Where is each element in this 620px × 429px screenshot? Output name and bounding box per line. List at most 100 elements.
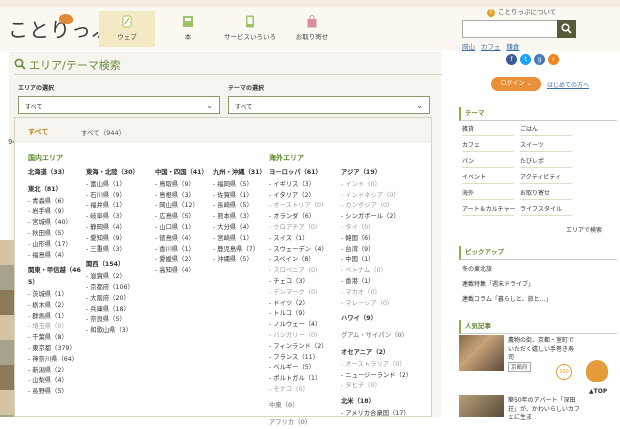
area-group-option[interactable]: 東北（81） [28, 185, 86, 196]
dropdown-all[interactable]: すべて [28, 127, 48, 137]
area-option[interactable]: - 広島県（5） [155, 212, 213, 223]
area-option[interactable]: - 熊本県（3） [213, 212, 268, 223]
nav-otoriyose[interactable]: お取り寄せ [284, 11, 340, 47]
area-group-option[interactable]: アジア（19） [341, 168, 423, 179]
area-option[interactable]: - タイ（0） [341, 223, 423, 234]
theme-item[interactable]: アート＆カルチャー [462, 204, 516, 213]
area-option[interactable]: - チェコ（3） [269, 277, 339, 288]
twitter-icon[interactable]: t [520, 54, 531, 65]
area-option[interactable]: - 千葉県（8） [28, 333, 86, 344]
back-to-top-button[interactable]: ▲TOP [589, 388, 607, 395]
area-group-option[interactable]: 北海道（33） [28, 168, 86, 179]
area-option[interactable]: - 茨城県（1） [28, 290, 86, 301]
area-option[interactable]: - 兵庫県（18） [86, 305, 154, 316]
area-option[interactable]: - 新潟県（2） [28, 366, 86, 377]
area-option[interactable]: - 岐阜県（3） [86, 212, 154, 223]
area-option[interactable]: - 山口県（1） [155, 223, 213, 234]
theme-item[interactable]: たびレポ [520, 156, 544, 165]
area-option[interactable]: - オランダ（6） [269, 212, 339, 223]
area-group-option[interactable]: 中国・四国（41） [155, 168, 213, 179]
login-button[interactable]: ログイン ⌄ [491, 77, 541, 91]
first-time-link[interactable]: はじめての方へ [547, 80, 589, 89]
area-option[interactable]: - オーストラリア（0） [341, 360, 423, 371]
area-option[interactable]: - 秋田県（5） [28, 229, 86, 240]
area-option[interactable]: - ノルウェー（4） [269, 320, 339, 331]
area-group-option[interactable]: ヨーロッパ（61） [269, 168, 339, 179]
area-search-link[interactable]: エリアで検索 [566, 225, 602, 234]
theme-item[interactable]: イベント [462, 172, 486, 181]
area-option[interactable]: - インドネシア（0） [341, 191, 423, 202]
area-option[interactable]: - スロベニア（0） [269, 266, 339, 277]
area-option[interactable]: - 福島県（4） [28, 251, 86, 262]
popular-article-image[interactable] [459, 395, 504, 417]
about-link[interactable]: ? ことりっぷについて [487, 6, 556, 17]
theme-item[interactable]: 海外 [462, 188, 474, 197]
area-option[interactable]: - 三重県（3） [86, 245, 154, 256]
area-option[interactable]: - 香川県（1） [155, 245, 213, 256]
area-group-option[interactable]: 関東・甲信越（46 [28, 266, 86, 277]
area-option[interactable]: - ポルトガル（1） [269, 374, 339, 385]
quick-link-okayama[interactable]: 岡山 [462, 43, 475, 51]
pickup-item[interactable]: 連載特集「週末ドライブ」 [462, 279, 534, 288]
popular-article-tag[interactable]: 京都府 [508, 362, 531, 372]
area-option[interactable]: - 石川県（9） [86, 191, 154, 202]
pickup-item[interactable]: 冬の東北旅 [462, 264, 492, 273]
area-option[interactable]: - フィンランド（2） [269, 342, 339, 353]
area-option[interactable]: - スペイン（8） [269, 255, 339, 266]
area-option[interactable]: - 台湾（9） [341, 245, 423, 256]
area-option[interactable]: - マレーシア（0） [341, 299, 423, 310]
area-option[interactable]: - 愛知県（9） [86, 234, 154, 245]
theme-item[interactable]: ごはん [520, 124, 538, 133]
area-option[interactable]: - 韓国（6） [341, 234, 423, 245]
area-option[interactable]: - シンガポール（2） [341, 212, 423, 223]
area-option[interactable]: - 岩手県（9） [28, 207, 86, 218]
area-option[interactable]: - 沖縄県（5） [213, 255, 268, 266]
area-group-option[interactable]: 東海・北陸（30） [86, 168, 154, 179]
area-option[interactable]: - イタリア（2） [269, 191, 339, 202]
area-option[interactable]: - 岡山県（12） [155, 201, 213, 212]
area-option[interactable]: - デンマーク（0） [269, 288, 339, 299]
area-option[interactable]: - イギリス（3） [269, 180, 339, 191]
area-option[interactable]: - 大阪府（20） [86, 294, 154, 305]
rss-icon[interactable]: r [548, 54, 559, 65]
area-option[interactable]: - 奈良県（5） [86, 315, 154, 326]
site-search-button[interactable] [557, 20, 576, 38]
area-option[interactable]: - 静岡県（4） [86, 223, 154, 234]
area-option[interactable]: - 長崎県（5） [213, 201, 268, 212]
area-option[interactable]: - 愛媛県（2） [155, 255, 213, 266]
area-option[interactable]: - 福井県（1） [86, 201, 154, 212]
quick-link-cafe[interactable]: カフェ [481, 43, 501, 51]
dropdown-all-count[interactable]: すべて（944） [81, 127, 125, 137]
area-option[interactable]: - 青森県（6） [28, 197, 86, 208]
area-option[interactable]: - 山梨県（4） [28, 376, 86, 387]
area-group-option[interactable]: ハワイ（9） [341, 314, 423, 325]
nav-book[interactable]: 本 [160, 11, 216, 47]
area-option[interactable]: - ニュージーランド（2） [341, 371, 423, 382]
area-option[interactable]: - 富山県（1） [86, 180, 154, 191]
area-group-option[interactable]: グアム・サイパン（0） [341, 331, 423, 342]
popular-article-image[interactable] [459, 335, 504, 371]
theme-item[interactable]: 雑貨 [462, 124, 474, 133]
area-option[interactable]: - カンボジア（0） [341, 201, 423, 212]
site-search-input[interactable] [462, 20, 558, 38]
area-option[interactable]: - 鳥取県（9） [155, 180, 213, 191]
theme-item[interactable]: カフェ [462, 140, 480, 149]
area-option[interactable]: - 和歌山県（3） [86, 326, 154, 337]
area-option[interactable]: - 佐賀県（1） [213, 191, 268, 202]
theme-item[interactable]: お取り寄せ [520, 188, 550, 197]
area-option[interactable]: - 京都府（106） [86, 283, 154, 294]
area-option[interactable]: - 栃木県（2） [28, 301, 86, 312]
area-group-option[interactable]: 5） [28, 278, 86, 289]
area-option[interactable]: - ドイツ（2） [269, 299, 339, 310]
theme-item[interactable]: スイーツ [520, 140, 544, 149]
area-group-option[interactable]: 中東（0） [269, 401, 339, 412]
area-option[interactable]: - オーストリア（0） [269, 201, 339, 212]
area-option[interactable]: - 神奈川県（64） [28, 355, 86, 366]
popular-article-title[interactable]: 築50年のアパート「深田荘」が、かわいらしいカフェに生ま [508, 397, 580, 423]
area-option[interactable]: - インド（0） [341, 180, 423, 191]
area-option[interactable]: - 福岡県（5） [213, 180, 268, 191]
area-option[interactable]: - 群馬県（1） [28, 312, 86, 323]
area-option[interactable]: - ベトナム（0） [341, 266, 423, 277]
area-option[interactable]: - 山形県（17） [28, 240, 86, 251]
area-option[interactable]: - 徳島県（4） [155, 234, 213, 245]
